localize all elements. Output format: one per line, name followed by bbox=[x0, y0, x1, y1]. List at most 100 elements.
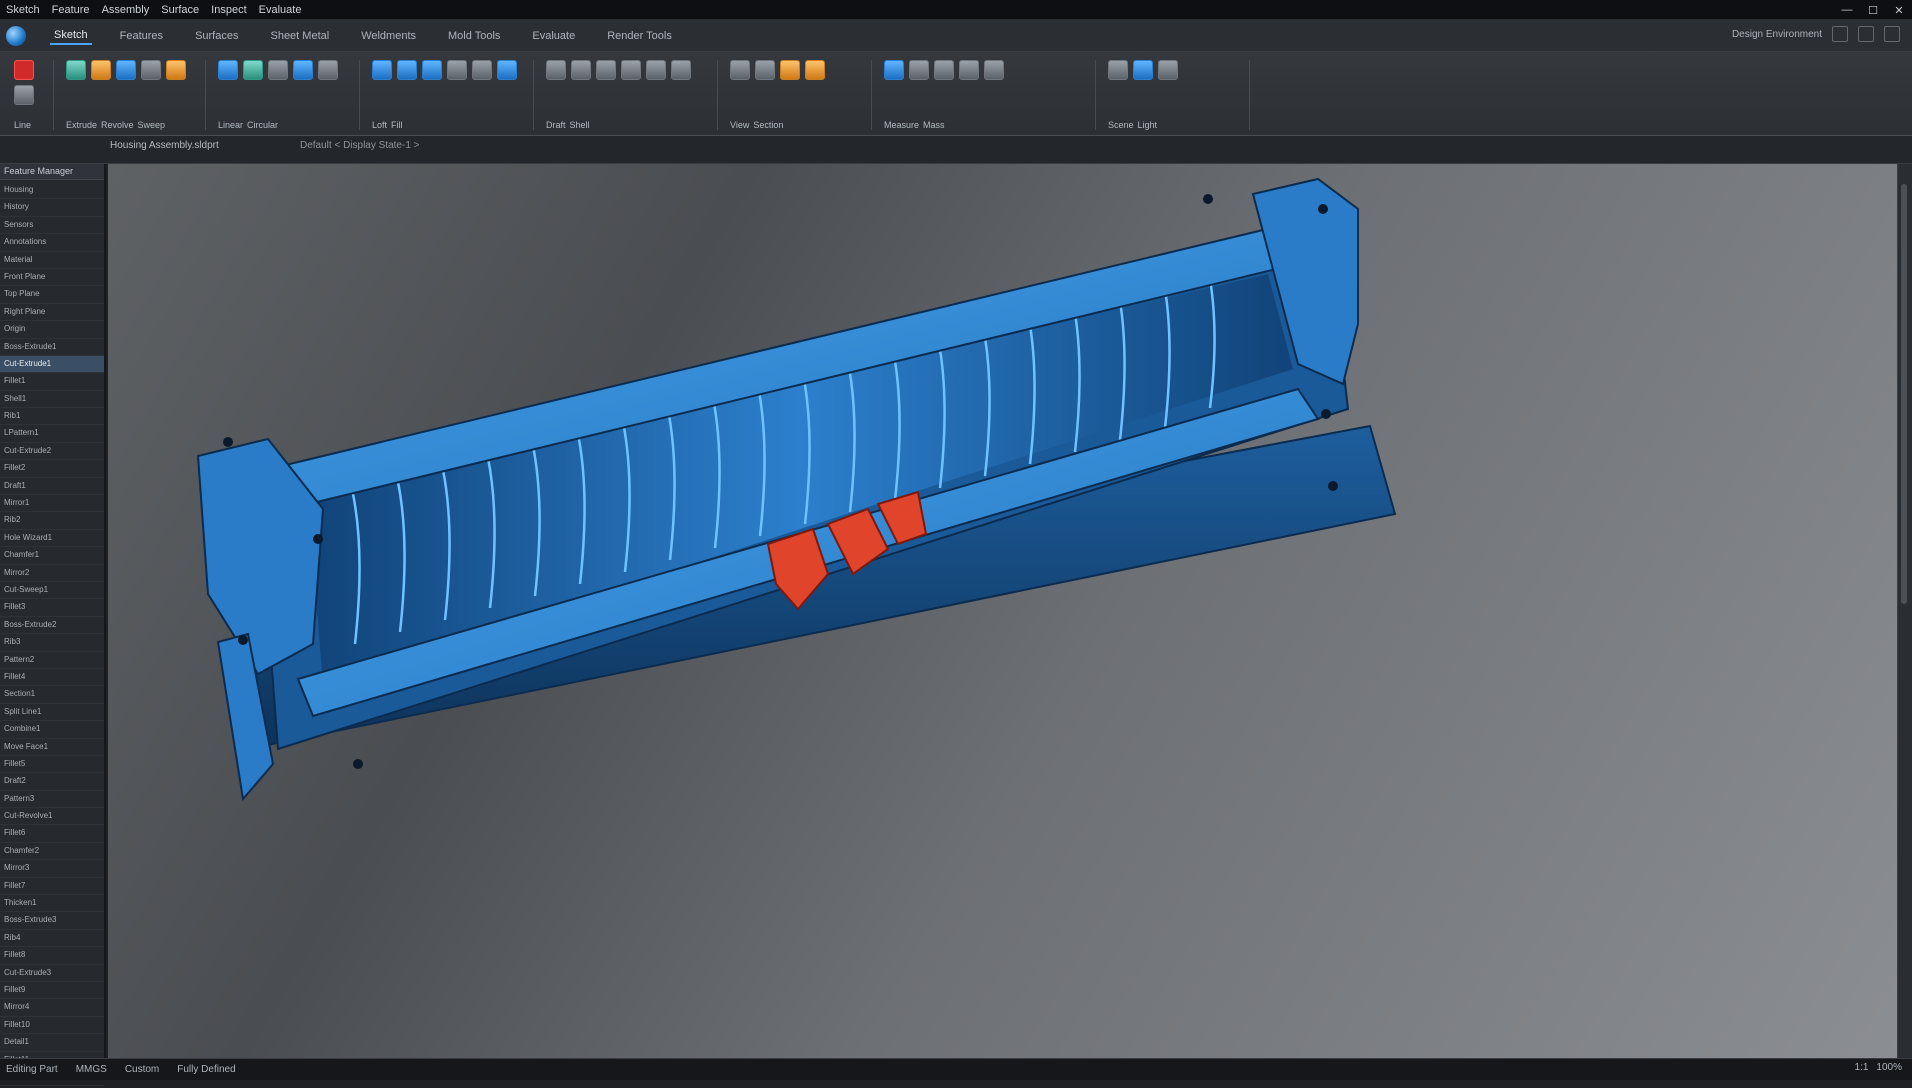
section-view-icon[interactable] bbox=[755, 60, 775, 80]
scene-icon[interactable] bbox=[805, 60, 825, 80]
interference-icon[interactable] bbox=[934, 60, 954, 80]
graphics-viewport[interactable] bbox=[108, 164, 1898, 1058]
tree-item[interactable]: Boss-Extrude2 bbox=[0, 617, 104, 635]
menu-sketch[interactable]: Sketch bbox=[6, 4, 40, 16]
tree-item[interactable]: Annotations bbox=[0, 234, 104, 252]
tab-weldments[interactable]: Weldments bbox=[357, 28, 420, 44]
tree-item[interactable]: Fillet9 bbox=[0, 982, 104, 1000]
parting-line-icon[interactable] bbox=[546, 60, 566, 80]
linear-pattern-icon[interactable] bbox=[218, 60, 238, 80]
tree-item[interactable]: Boss-Extrude3 bbox=[0, 912, 104, 930]
fillet-icon[interactable] bbox=[166, 60, 186, 80]
menu-feature[interactable]: Feature bbox=[52, 4, 90, 16]
rib-icon[interactable] bbox=[293, 60, 313, 80]
sketch-icon[interactable] bbox=[14, 60, 34, 80]
tree-item[interactable]: Draft2 bbox=[0, 773, 104, 791]
tree-item[interactable]: Hole Wizard1 bbox=[0, 530, 104, 548]
vertical-scrollbar[interactable] bbox=[1897, 164, 1912, 1058]
measure-icon[interactable] bbox=[884, 60, 904, 80]
tree-item[interactable]: Rib2 bbox=[0, 512, 104, 530]
tree-item[interactable]: LPattern1 bbox=[0, 425, 104, 443]
extrude-icon[interactable] bbox=[66, 60, 86, 80]
tab-features[interactable]: Features bbox=[116, 28, 167, 44]
tree-item[interactable]: Cut-Revolve1 bbox=[0, 808, 104, 826]
mass-properties-icon[interactable] bbox=[909, 60, 929, 80]
part-model[interactable] bbox=[108, 164, 1898, 1058]
tree-item[interactable]: Housing bbox=[0, 182, 104, 200]
tab-surfaces[interactable]: Surfaces bbox=[191, 28, 242, 44]
tree-item[interactable]: Fillet3 bbox=[0, 599, 104, 617]
tree-item[interactable]: Rib3 bbox=[0, 634, 104, 652]
tree-item[interactable]: Mirror3 bbox=[0, 860, 104, 878]
render-icon[interactable] bbox=[1108, 60, 1128, 80]
tree-item[interactable]: Chamfer2 bbox=[0, 843, 104, 861]
circular-pattern-icon[interactable] bbox=[243, 60, 263, 80]
tree-item[interactable]: Fillet1 bbox=[0, 373, 104, 391]
loft-icon[interactable] bbox=[141, 60, 161, 80]
tree-item[interactable]: Boss-Extrude1 bbox=[0, 339, 104, 356]
tab-mold-tools[interactable]: Mold Tools bbox=[444, 28, 504, 44]
scale-icon[interactable] bbox=[671, 60, 691, 80]
document-tab[interactable]: Housing Assembly.sldprt bbox=[110, 140, 219, 151]
tree-item[interactable]: Front Plane bbox=[0, 269, 104, 287]
menu-evaluate[interactable]: Evaluate bbox=[259, 4, 302, 16]
app-logo-icon[interactable] bbox=[6, 25, 26, 46]
help-icon[interactable] bbox=[1858, 26, 1874, 42]
boundary-icon[interactable] bbox=[397, 60, 417, 80]
mirror-icon[interactable] bbox=[268, 60, 288, 80]
tree-item[interactable]: Shell1 bbox=[0, 391, 104, 409]
tree-item[interactable]: Fillet5 bbox=[0, 756, 104, 774]
tab-evaluate[interactable]: Evaluate bbox=[528, 28, 579, 44]
tree-item[interactable]: Origin bbox=[0, 321, 104, 339]
appearance-icon[interactable] bbox=[780, 60, 800, 80]
tree-item[interactable]: Cut-Extrude2 bbox=[0, 443, 104, 461]
tree-item[interactable]: Fillet7 bbox=[0, 878, 104, 896]
tree-item[interactable]: Thicken1 bbox=[0, 895, 104, 913]
tree-item[interactable]: History bbox=[0, 199, 104, 217]
offset-icon[interactable] bbox=[497, 60, 517, 80]
user-icon[interactable] bbox=[1884, 26, 1900, 42]
tree-item[interactable]: Fillet8 bbox=[0, 947, 104, 965]
cavity-icon[interactable] bbox=[621, 60, 641, 80]
trim-icon[interactable] bbox=[447, 60, 467, 80]
status-units[interactable]: MMGS bbox=[76, 1064, 107, 1075]
tree-item[interactable]: Fillet4 bbox=[0, 669, 104, 687]
tree-item[interactable]: Chamfer1 bbox=[0, 547, 104, 565]
tree-item[interactable]: Mirror4 bbox=[0, 999, 104, 1017]
tree-item[interactable]: Section1 bbox=[0, 686, 104, 704]
curvature-icon[interactable] bbox=[959, 60, 979, 80]
status-zoom[interactable]: 100% bbox=[1876, 1062, 1902, 1073]
tree-item[interactable]: Top Plane bbox=[0, 286, 104, 304]
core-icon[interactable] bbox=[596, 60, 616, 80]
tree-item[interactable]: Mirror2 bbox=[0, 565, 104, 582]
search-icon[interactable] bbox=[1832, 26, 1848, 42]
shell-icon[interactable] bbox=[646, 60, 666, 80]
tree-item[interactable]: Material bbox=[0, 252, 104, 269]
tree-item[interactable]: Draft1 bbox=[0, 478, 104, 496]
revolve-icon[interactable] bbox=[91, 60, 111, 80]
tree-item[interactable]: Fillet6 bbox=[0, 825, 104, 843]
close-button[interactable]: ✕ bbox=[1886, 0, 1912, 20]
tree-item[interactable]: Split Line1 bbox=[0, 704, 104, 722]
tree-item[interactable]: Detail1 bbox=[0, 1034, 104, 1052]
tree-item[interactable]: Fillet2 bbox=[0, 460, 104, 478]
maximize-button[interactable]: ☐ bbox=[1860, 0, 1886, 20]
draft-icon[interactable] bbox=[318, 60, 338, 80]
scrollbar-thumb[interactable] bbox=[1901, 184, 1907, 604]
tree-item[interactable]: Pattern3 bbox=[0, 791, 104, 809]
tree-item[interactable]: Sensors bbox=[0, 217, 104, 235]
surface-icon[interactable] bbox=[372, 60, 392, 80]
tree-item[interactable]: Cut-Extrude1 bbox=[0, 355, 104, 374]
view-orientation-icon[interactable] bbox=[730, 60, 750, 80]
tab-render-tools[interactable]: Render Tools bbox=[603, 28, 676, 44]
shut-off-icon[interactable] bbox=[571, 60, 591, 80]
zebra-icon[interactable] bbox=[984, 60, 1004, 80]
smart-dimension-icon[interactable] bbox=[14, 85, 34, 105]
tree-item[interactable]: Rib1 bbox=[0, 408, 104, 426]
tree-item[interactable]: Fillet10 bbox=[0, 1017, 104, 1035]
light-icon[interactable] bbox=[1133, 60, 1153, 80]
tree-item[interactable]: Rib4 bbox=[0, 930, 104, 948]
tree-item[interactable]: Pattern2 bbox=[0, 652, 104, 669]
sweep-icon[interactable] bbox=[116, 60, 136, 80]
menu-assembly[interactable]: Assembly bbox=[102, 4, 150, 16]
